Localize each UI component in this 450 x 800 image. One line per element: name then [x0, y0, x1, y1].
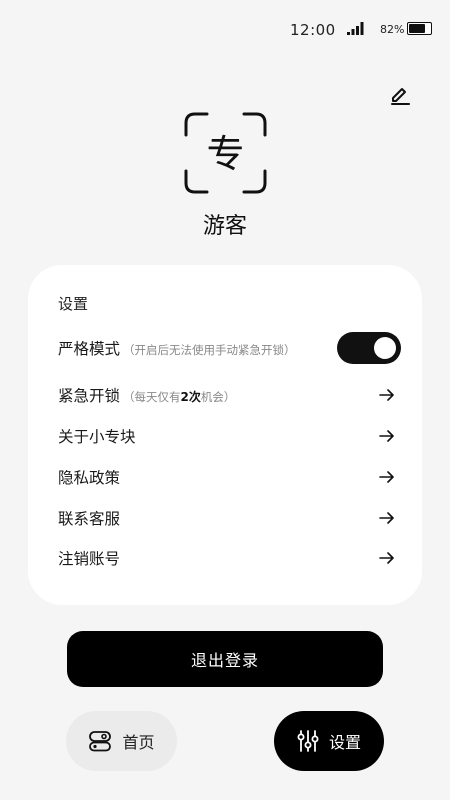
- toggle-knob: [374, 337, 396, 359]
- logout-button[interactable]: 退出登录: [67, 631, 383, 687]
- privacy-row[interactable]: 隐私政策: [58, 461, 398, 493]
- signal-icon: [347, 22, 364, 35]
- sliders-icon: [297, 730, 319, 752]
- avatar: 专: [183, 111, 268, 195]
- nav-settings-button[interactable]: 设置: [274, 711, 384, 771]
- pen-icon: [391, 88, 410, 105]
- settings-title: 设置: [58, 295, 89, 313]
- status-time: 12:00: [290, 21, 336, 39]
- emergency-unlock-note: （每天仅有2次机会）: [123, 390, 236, 404]
- avatar-glyph: 专: [206, 132, 244, 176]
- battery-icon: [407, 22, 432, 35]
- home-icon: [89, 731, 112, 752]
- delete-account-label: 注销账号: [58, 550, 121, 568]
- about-row[interactable]: 关于小专块: [58, 420, 398, 452]
- strict-mode-note: （开启后无法使用手动紧急开锁）: [123, 343, 296, 357]
- emergency-unlock-row[interactable]: 紧急开锁 （每天仅有2次机会）: [58, 379, 398, 411]
- edit-profile-button[interactable]: [388, 83, 412, 107]
- strict-mode-row: 严格模式 （开启后无法使用手动紧急开锁）: [58, 332, 401, 364]
- status-bar: 12:00 82%: [0, 0, 450, 60]
- about-label: 关于小专块: [58, 428, 136, 446]
- strict-mode-toggle[interactable]: [337, 332, 401, 364]
- delete-account-row[interactable]: 注销账号: [58, 542, 398, 574]
- privacy-label: 隐私政策: [58, 469, 121, 487]
- avatar-frame-icon: 专: [184, 112, 267, 194]
- arrow-right-icon: [378, 509, 396, 527]
- arrow-right-icon: [378, 386, 396, 404]
- settings-card: 设置 严格模式 （开启后无法使用手动紧急开锁） 紧急开锁 （每天仅有2次机会） …: [28, 265, 422, 605]
- strict-mode-label: 严格模式: [58, 340, 121, 358]
- battery-percent: 82%: [380, 23, 405, 36]
- nav-home-button[interactable]: 首页: [66, 711, 177, 771]
- username: 游客: [202, 214, 247, 239]
- arrow-right-icon: [378, 549, 396, 567]
- support-row[interactable]: 联系客服: [58, 502, 398, 534]
- arrow-right-icon: [378, 427, 396, 445]
- nav-settings-label: 设置: [328, 733, 361, 752]
- emergency-unlock-label: 紧急开锁: [58, 387, 121, 405]
- support-label: 联系客服: [58, 510, 121, 528]
- arrow-right-icon: [378, 468, 396, 486]
- nav-home-label: 首页: [122, 733, 155, 752]
